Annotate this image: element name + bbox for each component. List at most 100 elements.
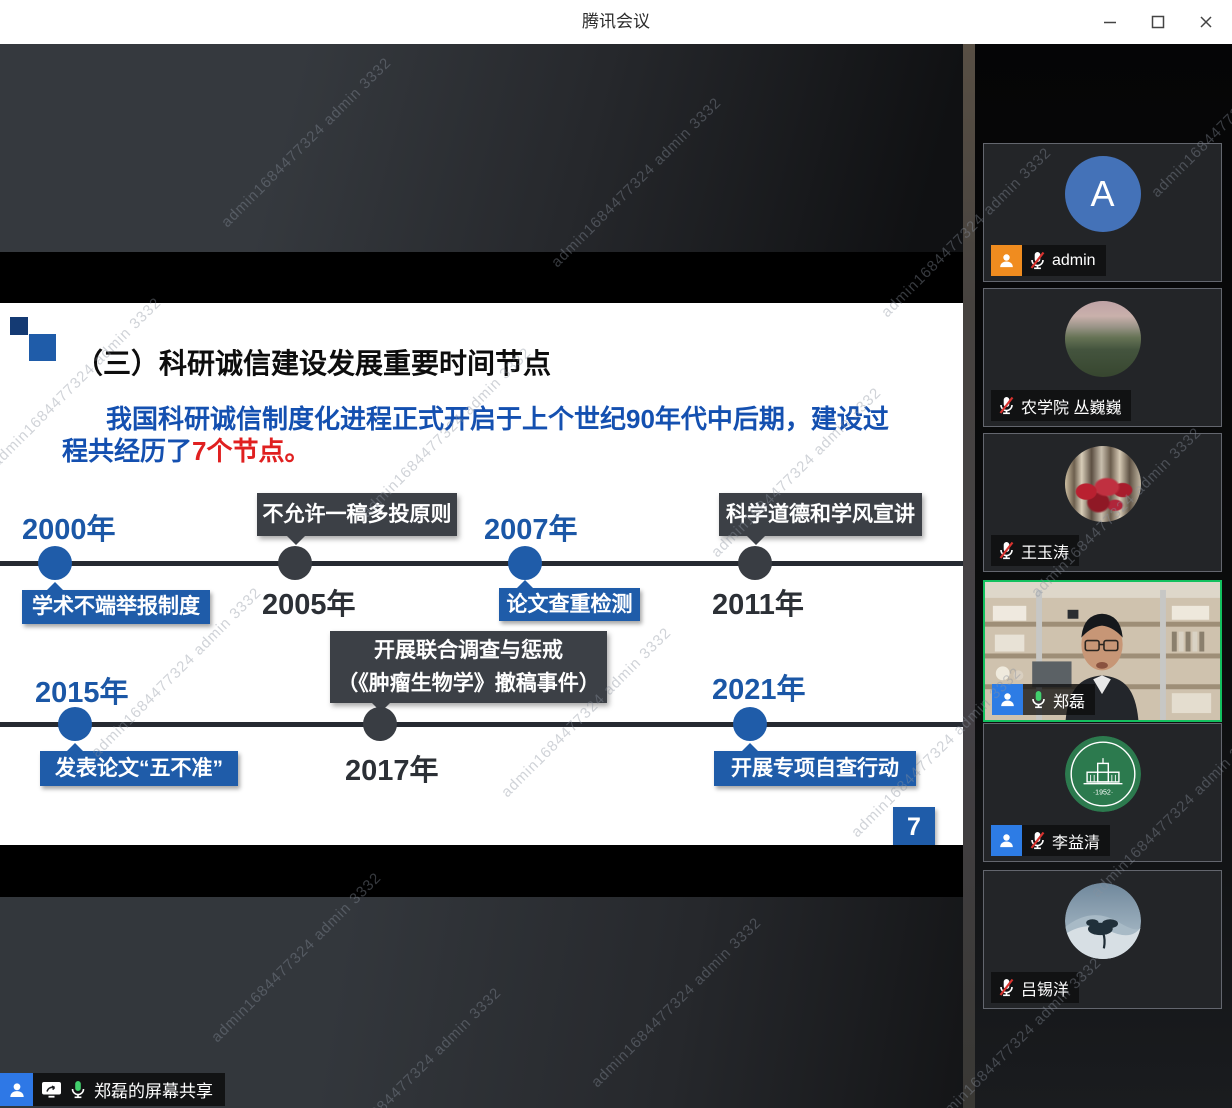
namebar: 郑磊: [1023, 684, 1095, 715]
participant-name-row: 李益清: [991, 825, 1110, 856]
presentation-slide: （三）科研诚信建设发展重要时间节点 我国科研诚信制度化进程正式开启于上个世纪90…: [0, 303, 963, 845]
participant-tile-admin[interactable]: A admin: [983, 143, 1222, 282]
snow-tree-icon: [1065, 883, 1141, 959]
namebar: 李益清: [1022, 825, 1110, 856]
close-button[interactable]: [1190, 6, 1222, 38]
timeline-dot-2011: [738, 546, 772, 580]
timeline-label-2017-line1: 开展联合调查与惩戒: [330, 634, 607, 667]
share-black-band-bottom: [0, 845, 963, 897]
participant-name: 郑磊: [1053, 688, 1085, 712]
avatar-field-photo: [1065, 301, 1141, 377]
slide-page-number: 7: [893, 807, 935, 848]
content-area: （三）科研诚信建设发展重要时间节点 我国科研诚信制度化进程正式开启于上个世纪90…: [0, 44, 1232, 1108]
participant-tile-wangyutao[interactable]: 王玉涛: [983, 433, 1222, 572]
maximize-icon: [1151, 15, 1165, 29]
participant-name: 吕锡洋: [1021, 976, 1069, 1000]
participant-name-row: 王玉涛: [991, 535, 1079, 566]
timeline-label-2017-line2: （《肿瘤生物学》撤稿事件）: [330, 667, 607, 700]
meeting-window: 腾讯会议 （三）科研诚信建设发展重要时间节点 我国科研诚信制度化进程正式开启于上…: [0, 0, 1232, 1108]
screen-share-indicator[interactable]: 郑磊的屏幕共享: [0, 1073, 225, 1106]
avatar-university-logo: ·1952·: [1065, 736, 1141, 812]
timeline-year-2017: 2017年: [345, 747, 439, 789]
titlebar: 腾讯会议: [0, 0, 1232, 44]
timeline-year-2000: 2000年: [22, 506, 116, 548]
timeline-label-2007: 论文查重检测: [499, 588, 640, 621]
namebar: 吕锡洋: [991, 972, 1079, 1003]
participant-name: 王玉涛: [1021, 539, 1069, 563]
timeline-dot-2015: [58, 707, 92, 741]
timeline-year-2015: 2015年: [35, 669, 129, 711]
share-indicator-label: 郑磊的屏幕共享: [94, 1077, 213, 1102]
timeline-dot-2000: [38, 546, 72, 580]
mic-muted-icon: [998, 978, 1015, 997]
minimize-button[interactable]: [1094, 6, 1126, 38]
mic-muted-icon: [1029, 831, 1046, 850]
avatar-letter: A: [1090, 173, 1114, 215]
share-indicator-bar: 郑磊的屏幕共享: [33, 1073, 225, 1106]
namebar: 农学院 丛巍巍: [991, 390, 1131, 421]
avatar-flowers-photo: [1065, 446, 1141, 522]
screen-share-icon: [41, 1081, 62, 1098]
window-controls: [1094, 0, 1222, 44]
person-icon: [8, 1081, 26, 1099]
participant-name: 李益清: [1052, 829, 1100, 853]
university-emblem-icon: ·1952·: [1065, 736, 1141, 812]
maximize-button[interactable]: [1142, 6, 1174, 38]
mic-muted-icon: [1029, 251, 1046, 270]
mic-on-icon: [1030, 690, 1047, 709]
timeline-label-2015: 发表论文“五不准”: [40, 751, 238, 786]
intro-line2-prefix: 程共经历了: [62, 436, 192, 466]
timeline-year-2007: 2007年: [484, 506, 578, 548]
window-title: 腾讯会议: [0, 0, 1232, 44]
mic-on-icon: [70, 1080, 86, 1099]
timeline-label-2000: 学术不端举报制度: [22, 590, 210, 624]
participant-name: admin: [1052, 252, 1096, 270]
close-icon: [1199, 15, 1213, 29]
timeline-dot-2017: [363, 707, 397, 741]
timeline-year-2021: 2021年: [712, 666, 806, 708]
timeline-label-2021: 开展专项自查行动: [714, 751, 916, 786]
participant-tile-zhenglei[interactable]: 郑磊: [983, 580, 1222, 722]
share-top-letterbox: [0, 44, 963, 252]
intro-line2-highlight: 7个节点。: [192, 436, 310, 466]
host-badge: [991, 245, 1022, 276]
timeline-label-2017: 开展联合调查与惩戒 （《肿瘤生物学》撤稿事件）: [330, 631, 607, 703]
participants-panel: A admin: [975, 44, 1232, 1108]
avatar-mountain-photo: [1065, 883, 1141, 959]
participant-tile-lvxiyang[interactable]: 吕锡洋: [983, 870, 1222, 1009]
avatar: A: [1065, 156, 1141, 232]
slide-intro-line2: 程共经历了7个节点。: [62, 431, 310, 468]
timeline-label-2011: 科学道德和学风宣讲: [719, 493, 922, 536]
timeline-label-2005: 不允许一稿多投原则: [257, 493, 457, 536]
timeline-year-2011: 2011年: [712, 581, 804, 623]
member-badge: [992, 684, 1023, 715]
participant-name-row: 郑磊: [992, 684, 1095, 715]
participant-name-row: 农学院 丛巍巍: [991, 390, 1131, 421]
person-icon: [999, 691, 1016, 708]
mic-muted-icon: [998, 396, 1015, 415]
person-icon: [998, 252, 1015, 269]
screen-share-view: （三）科研诚信建设发展重要时间节点 我国科研诚信制度化进程正式开启于上个世纪90…: [0, 44, 963, 1108]
timeline-year-2005: 2005年: [262, 581, 356, 623]
timeline-line-top: [0, 561, 963, 566]
person-icon: [998, 832, 1015, 849]
participant-name-row: 吕锡洋: [991, 972, 1079, 1003]
sharer-role-badge: [0, 1073, 33, 1106]
share-black-band-top: [0, 252, 963, 303]
timeline-dot-2005: [278, 546, 312, 580]
emblem-year: ·1952·: [1092, 789, 1112, 796]
panel-divider-scrollbar[interactable]: [963, 44, 975, 1108]
member-badge: [991, 825, 1022, 856]
timeline-dot-2021: [733, 707, 767, 741]
participant-name-row: admin: [991, 245, 1106, 276]
timeline-dot-2007: [508, 546, 542, 580]
namebar: 王玉涛: [991, 535, 1079, 566]
participant-tile-liyiqing[interactable]: ·1952· 李益清: [983, 723, 1222, 862]
slide-deco-square-large: [29, 334, 56, 361]
participant-name: 农学院 丛巍巍: [1021, 394, 1121, 418]
slide-title: （三）科研诚信建设发展重要时间节点: [75, 342, 551, 382]
slide-deco-square-small: [10, 317, 28, 335]
timeline-line-bottom: [0, 722, 963, 727]
namebar: admin: [1022, 245, 1106, 276]
participant-tile-congweiwei[interactable]: 农学院 丛巍巍: [983, 288, 1222, 427]
